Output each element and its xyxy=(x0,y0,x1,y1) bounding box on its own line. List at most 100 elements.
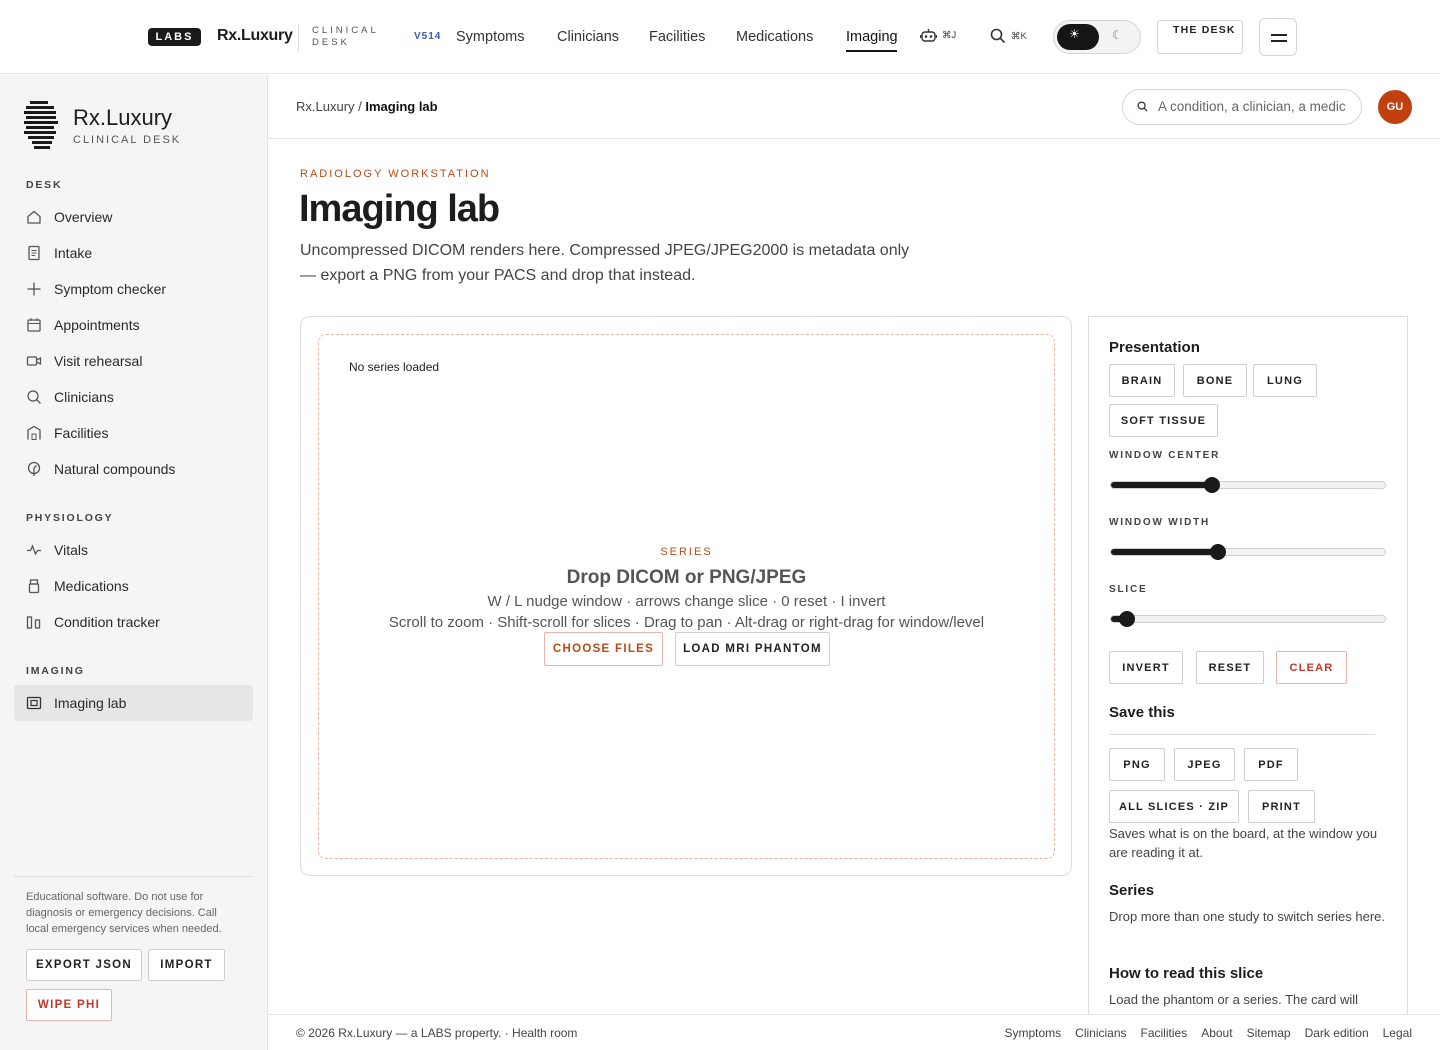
window-center-slider[interactable] xyxy=(1110,477,1386,493)
file-dropzone[interactable]: No series loaded SERIES Drop DICOM or PN… xyxy=(318,334,1055,859)
save-pdf-button[interactable]: PDF xyxy=(1244,748,1298,781)
save-all-slices-zip-button[interactable]: ALL SLICES · ZIP xyxy=(1109,790,1239,823)
calendar-icon xyxy=(26,317,42,333)
sidebar-item-visit-rehearsal[interactable]: Visit rehearsal xyxy=(14,344,253,378)
sidebar-item-label: Imaging lab xyxy=(54,695,127,711)
sidebar-item-imaging-lab[interactable]: Imaging lab xyxy=(14,685,253,721)
nav-medications[interactable]: Medications xyxy=(736,29,813,45)
sidebar-item-label: Visit rehearsal xyxy=(54,353,143,369)
series-heading: Series xyxy=(1109,882,1155,899)
home-icon xyxy=(26,209,42,225)
save-jpeg-button[interactable]: JPEG xyxy=(1174,748,1235,781)
search-button[interactable]: ⌘K xyxy=(990,28,1027,44)
footer-link-legal[interactable]: Legal xyxy=(1383,1026,1412,1040)
reset-button[interactable]: RESET xyxy=(1196,651,1264,684)
search-shortcut: ⌘K xyxy=(1011,30,1027,42)
bar-chart-icon xyxy=(26,614,42,630)
building-icon xyxy=(26,425,42,441)
sidebar-item-vitals[interactable]: Vitals xyxy=(14,533,253,567)
menu-button[interactable] xyxy=(1259,18,1297,56)
dropzone-eyebrow: SERIES xyxy=(660,546,713,558)
slider-fill xyxy=(1111,482,1213,488)
page-description-line-2: — export a PNG from your PACS and drop t… xyxy=(300,267,696,284)
breadcrumb: Rx.Luxury / Imaging lab xyxy=(296,99,438,114)
nav-imaging[interactable]: Imaging xyxy=(846,29,898,45)
series-status: No series loaded xyxy=(347,360,442,374)
breadcrumb-current: Imaging lab xyxy=(365,99,438,114)
sidebar-item-label: Facilities xyxy=(54,425,109,441)
slider-handle[interactable] xyxy=(1209,544,1226,560)
sidebar-brand-subtitle: CLINICAL DESK xyxy=(73,134,182,146)
section-imaging: IMAGING xyxy=(26,665,85,677)
nav-symptoms[interactable]: Symptoms xyxy=(456,29,525,45)
window-center-label: WINDOW CENTER xyxy=(1109,450,1221,461)
section-desk: DESK xyxy=(26,179,63,191)
invert-button[interactable]: INVERT xyxy=(1109,651,1183,684)
sidebar-item-label: Appointments xyxy=(54,317,140,333)
footer-link-facilities[interactable]: Facilities xyxy=(1141,1026,1188,1040)
sidebar-item-medications[interactable]: Medications xyxy=(14,569,253,603)
save-png-button[interactable]: PNG xyxy=(1109,748,1165,781)
moon-icon: ☾ xyxy=(1112,28,1123,42)
sidebar-item-condition-tracker[interactable]: Condition tracker xyxy=(14,605,253,639)
presentation-heading: Presentation xyxy=(1109,339,1200,356)
import-button[interactable]: IMPORT xyxy=(148,949,225,981)
hamburger-icon-line xyxy=(1271,40,1287,42)
slider-handle[interactable] xyxy=(1119,611,1136,627)
preset-lung-button[interactable]: LUNG xyxy=(1253,364,1317,397)
choose-files-button[interactable]: CHOOSE FILES xyxy=(544,632,663,666)
brand-name[interactable]: Rx.Luxury xyxy=(217,27,293,45)
search-placeholder: A condition, a clinician, a medic xyxy=(1158,99,1346,114)
sidebar-item-appointments[interactable]: Appointments xyxy=(14,308,253,342)
footer-link-dark-edition[interactable]: Dark edition xyxy=(1305,1026,1369,1040)
footer-link-about[interactable]: About xyxy=(1201,1026,1232,1040)
search-input[interactable]: A condition, a clinician, a medic xyxy=(1122,89,1362,125)
sidebar-item-overview[interactable]: Overview xyxy=(14,200,253,234)
clear-button[interactable]: CLEAR xyxy=(1276,651,1347,684)
footer-link-clinicians[interactable]: Clinicians xyxy=(1075,1026,1126,1040)
pulse-icon xyxy=(26,542,42,558)
breadcrumb-separator: / xyxy=(354,99,366,114)
labs-badge[interactable]: LABS xyxy=(148,28,201,46)
load-mri-phantom-button[interactable]: LOAD MRI PHANTOM xyxy=(675,632,830,666)
slice-slider[interactable] xyxy=(1110,611,1386,627)
hamburger-icon xyxy=(1271,34,1287,36)
nav-facilities[interactable]: Facilities xyxy=(649,29,705,45)
print-button[interactable]: PRINT xyxy=(1248,790,1315,823)
wipe-phi-button[interactable]: WIPE PHI xyxy=(26,989,112,1021)
sidebar-item-clinicians[interactable]: Clinicians xyxy=(14,380,253,414)
save-divider xyxy=(1109,734,1375,735)
assistant-button[interactable]: ⌘J xyxy=(920,28,956,43)
sidebar-brand[interactable]: Rx.Luxury xyxy=(73,105,172,131)
sidebar-item-intake[interactable]: Intake xyxy=(14,236,253,270)
footer: © 2026 Rx.Luxury — a LABS property. · He… xyxy=(268,1014,1440,1050)
preset-soft-tissue-button[interactable]: SOFT TISSUE xyxy=(1109,404,1218,437)
breadcrumb-root[interactable]: Rx.Luxury xyxy=(296,99,355,114)
dropzone-hint-mouse: Scroll to zoom · Shift-scroll for slices… xyxy=(388,614,985,631)
footer-link-sitemap[interactable]: Sitemap xyxy=(1247,1026,1291,1040)
slider-handle[interactable] xyxy=(1204,477,1221,493)
how-to-read-heading: How to read this slice xyxy=(1109,965,1264,982)
preset-brain-button[interactable]: BRAIN xyxy=(1109,364,1175,397)
window-width-slider[interactable] xyxy=(1110,544,1386,560)
theme-toggle[interactable]: ☀ ☾ xyxy=(1053,20,1141,54)
nav-active-indicator xyxy=(846,50,897,52)
preset-bone-button[interactable]: BONE xyxy=(1183,364,1247,397)
sidebar-item-label: Intake xyxy=(54,245,93,261)
image-viewer: No series loaded SERIES Drop DICOM or PN… xyxy=(300,316,1072,876)
footer-links: Symptoms Clinicians Facilities About Sit… xyxy=(1004,1026,1412,1040)
the-desk-button[interactable]: THE DESK xyxy=(1157,20,1243,54)
sidebar-item-natural-compounds[interactable]: Natural compounds xyxy=(14,452,253,486)
dropzone-title: Drop DICOM or PNG/JPEG xyxy=(566,567,807,588)
logo-mark-icon xyxy=(24,101,58,149)
footer-link-symptoms[interactable]: Symptoms xyxy=(1004,1026,1061,1040)
export-json-button[interactable]: EXPORT JSON xyxy=(26,949,142,981)
search-icon xyxy=(26,389,42,405)
avatar[interactable]: GU xyxy=(1378,90,1412,124)
version-badge: V514 xyxy=(414,31,442,42)
sidebar-item-symptom-checker[interactable]: Symptom checker xyxy=(14,272,253,306)
assistant-shortcut: ⌘J xyxy=(942,30,957,41)
sidebar-item-facilities[interactable]: Facilities xyxy=(14,416,253,450)
nav-clinicians[interactable]: Clinicians xyxy=(557,29,619,45)
sidebar-item-label: Symptom checker xyxy=(54,281,167,297)
